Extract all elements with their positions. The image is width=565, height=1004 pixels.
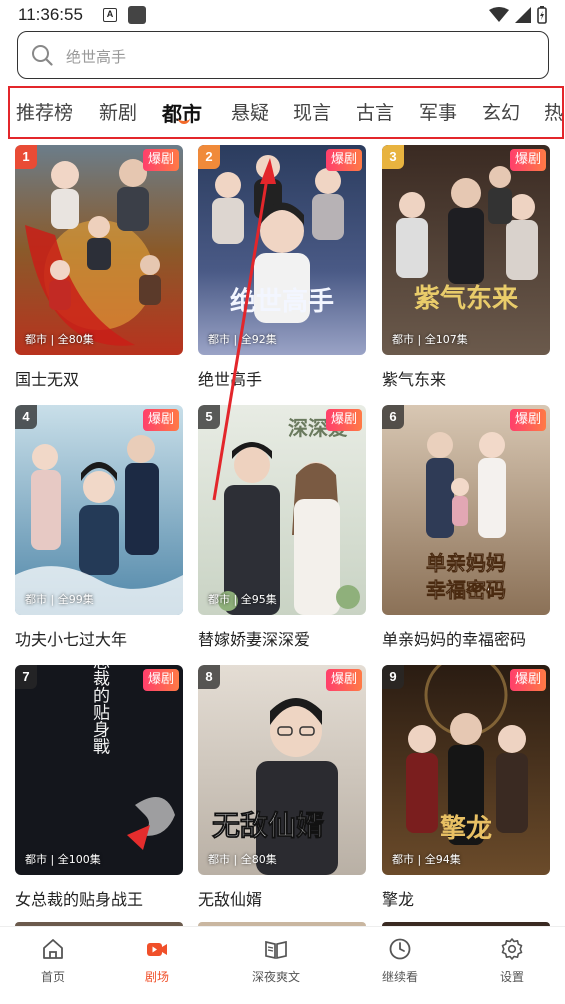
drama-cover: 1 爆剧 都市 | 全80集: [15, 145, 183, 355]
rank-badge: 1: [15, 145, 37, 169]
status-time: 11:36:55: [18, 5, 83, 24]
drama-title: 国士无双: [15, 370, 80, 389]
tab-new[interactable]: 新剧: [99, 98, 137, 125]
hot-badge: 爆剧: [509, 409, 546, 431]
rank-badge: 6: [382, 405, 404, 429]
rank-badge: 9: [382, 665, 404, 689]
drama-meta: 都市 | 全94集: [392, 853, 461, 866]
hot-badge: 爆剧: [142, 409, 179, 431]
rank-badge: 4: [15, 405, 37, 429]
drama-cover: 深深爱 5 爆剧 都市 | 全95集: [198, 405, 366, 615]
cover-art: 单亲妈妈 幸福密码: [382, 405, 550, 615]
cover-art: 无敌仙婿: [198, 665, 366, 875]
drama-meta: 都市 | 全80集: [25, 333, 94, 346]
status-bar: 11:36:55 A: [0, 0, 565, 30]
tab-modern-romance[interactable]: 现言: [293, 98, 331, 125]
tab-ancient-romance[interactable]: 古言: [356, 98, 394, 125]
hot-badge: 爆剧: [509, 149, 546, 171]
nav-settings-label: 设置: [499, 970, 524, 984]
home-icon: [43, 939, 63, 959]
search-icon: [32, 45, 53, 66]
drama-title: 绝世高手: [198, 370, 263, 389]
cover-title-text: 单亲妈妈: [426, 551, 506, 575]
battery-icon: [537, 6, 547, 24]
cover-art: [15, 145, 183, 355]
drama-meta: 都市 | 全95集: [208, 593, 277, 606]
cover-title-text: 女总裁的贴身戰: [89, 665, 110, 755]
nav-night-novel[interactable]: 深夜爽文: [226, 937, 326, 985]
hot-badge: 爆剧: [142, 149, 179, 171]
cover-title-text: 无敌仙婿: [212, 809, 324, 842]
clock-icon: [389, 938, 411, 960]
drama-meta: 都市 | 全100集: [25, 853, 101, 866]
drama-cover: 单亲妈妈 幸福密码 6 爆剧: [382, 405, 550, 615]
cover-art: 擎龙: [382, 665, 550, 875]
wifi-icon: [489, 7, 509, 22]
notification-app-icon: [128, 6, 146, 24]
rank-badge: 8: [198, 665, 220, 689]
cover-art: 紫气东来: [382, 145, 550, 355]
drama-title: 女总裁的贴身战王: [15, 890, 144, 909]
rank-badge: 2: [198, 145, 220, 169]
search-input[interactable]: 绝世高手: [17, 31, 549, 79]
drama-title: 紫气东来: [382, 370, 447, 389]
drama-title: 功夫小七过大年: [15, 630, 128, 649]
drama-cover: 擎龙 9 爆剧 都市 | 全94集: [382, 665, 550, 875]
drama-cover: 紫气东来 3 爆剧 都市 | 全107集: [382, 145, 550, 355]
cover-title-text: 紫气东来: [414, 283, 519, 314]
drama-cover: 绝世高手 2 爆剧 都市 | 全92集: [198, 145, 366, 355]
cover-art: 绝世高手: [198, 145, 366, 355]
cover-title-text: 擎龙: [440, 814, 492, 844]
tab-military[interactable]: 军事: [419, 98, 457, 125]
signal-icon: [515, 7, 531, 23]
drama-meta: 都市 | 全107集: [392, 333, 468, 346]
book-icon: [265, 940, 287, 960]
tab-suspense[interactable]: 悬疑: [231, 98, 269, 125]
gear-icon: [501, 938, 523, 960]
nav-home[interactable]: 首页: [3, 937, 103, 985]
hot-badge: 爆剧: [509, 669, 546, 691]
cover-art: [15, 405, 183, 615]
nav-home-label: 首页: [40, 970, 65, 984]
hot-badge: 爆剧: [325, 669, 362, 691]
drama-title: 单亲妈妈的幸福密码: [382, 630, 527, 649]
tab-recommend-list[interactable]: 推荐榜: [16, 98, 73, 125]
cover-art: 女总裁的贴身戰: [15, 665, 183, 875]
nav-continue-label: 继续看: [381, 970, 418, 984]
nav-night-novel-label: 深夜爽文: [251, 970, 300, 984]
hot-badge: 爆剧: [325, 409, 362, 431]
drama-cover: 无敌仙婿 8 爆剧 都市 | 全80集: [198, 665, 366, 875]
rank-badge: 7: [15, 665, 37, 689]
status-right: [489, 5, 547, 25]
drama-title: 擎龙: [382, 890, 415, 909]
cover-art: 深深爱: [198, 405, 366, 615]
notification-a-icon: A: [103, 8, 117, 22]
nav-continue[interactable]: 继续看: [350, 937, 450, 985]
category-tabs: 推荐榜 新剧 都市 悬疑 现言 古言 军事 玄幻 热: [14, 96, 565, 132]
nav-theater[interactable]: 剧场: [107, 937, 207, 985]
drama-cover: 4 爆剧 都市 | 全99集: [15, 405, 183, 615]
theater-icon: [147, 943, 167, 956]
tab-hot[interactable]: 热: [544, 98, 563, 125]
cover-title-text: 幸福密码: [426, 578, 506, 602]
drama-title: 无敌仙婿: [198, 890, 263, 909]
rank-badge: 3: [382, 145, 404, 169]
hot-badge: 爆剧: [325, 149, 362, 171]
drama-meta: 都市 | 全99集: [25, 593, 94, 606]
bottom-nav: 首页 剧场 深夜爽文 继续看 设置: [0, 926, 565, 1004]
nav-theater-label: 剧场: [144, 970, 169, 984]
drama-cover: 女总裁的贴身戰 7 爆剧 都市 | 全100集: [15, 665, 183, 875]
search-placeholder: 绝世高手: [66, 48, 127, 66]
tab-fantasy[interactable]: 玄幻: [482, 98, 520, 125]
drama-meta: 都市 | 全92集: [208, 333, 277, 346]
drama-meta: 都市 | 全80集: [208, 853, 277, 866]
hot-badge: 爆剧: [142, 669, 179, 691]
rank-badge: 5: [198, 405, 220, 429]
cover-title-text: 绝世高手: [230, 286, 334, 317]
drama-title: 替嫁娇妻深深爱: [198, 630, 311, 649]
nav-settings[interactable]: 设置: [462, 937, 562, 985]
